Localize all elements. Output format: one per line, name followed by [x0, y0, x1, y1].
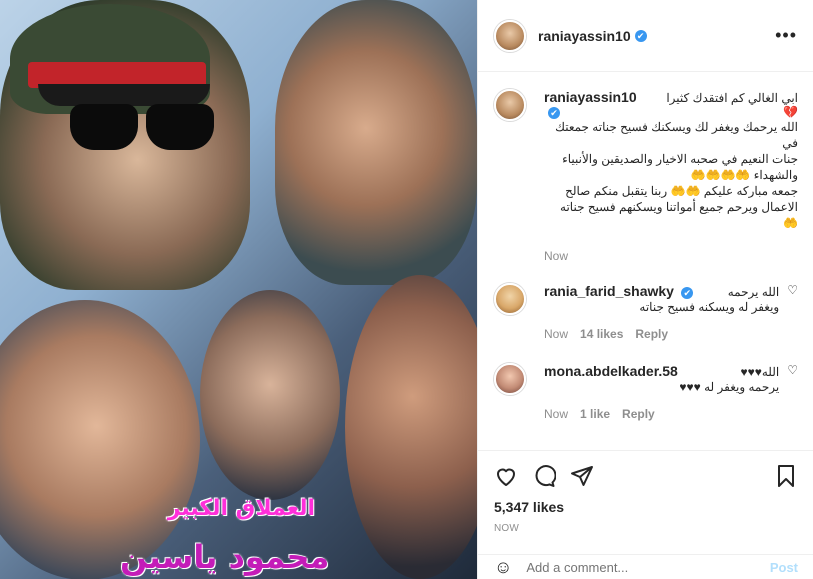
- share-icon[interactable]: [570, 464, 594, 488]
- caption-row: raniayassin10 ✔ ابي الغالي كم افتقدك كثي…: [494, 89, 798, 263]
- comment-time: Now: [544, 407, 569, 421]
- reply-button[interactable]: Reply: [622, 407, 655, 421]
- post-image[interactable]: العملاق الكبير محمود ياسين: [0, 0, 477, 579]
- heart-icon[interactable]: [494, 464, 518, 488]
- caption-username[interactable]: raniayassin10: [544, 89, 637, 105]
- caption-avatar[interactable]: [494, 89, 526, 121]
- commenter-username[interactable]: rania_farid_shawky: [544, 283, 674, 299]
- comment-text-line: يرحمه ويغفر له ♥♥♥: [679, 380, 780, 394]
- author-username[interactable]: raniayassin10: [538, 28, 631, 44]
- verified-badge-icon: ✔: [548, 106, 560, 119]
- caption-time: Now: [544, 249, 569, 263]
- bookmark-icon[interactable]: [774, 464, 798, 488]
- comment-row: mona.abdelkader.58 الله♥♥♥ يرحمه ويغفر ل…: [494, 363, 798, 421]
- caption-line: والشهداء 🤲🤲🤲🤲: [690, 168, 798, 182]
- comments-list[interactable]: raniayassin10 ✔ ابي الغالي كم افتقدك كثي…: [478, 73, 813, 450]
- cap-visor: [38, 84, 210, 106]
- portrait-bearded: [200, 290, 340, 500]
- comment-likes[interactable]: 1 like: [580, 407, 610, 421]
- verified-badge-icon: ✔: [634, 29, 647, 42]
- reply-button[interactable]: Reply: [635, 327, 668, 341]
- commenter-avatar[interactable]: [494, 363, 526, 395]
- post-date: NOW: [494, 523, 520, 534]
- caption-line: جمعه مباركه عليكم 🤲🤲 ربنا يتقبل منكم صال…: [565, 184, 798, 198]
- verified-badge-icon: ✔: [681, 286, 694, 299]
- comment-likes[interactable]: 14 likes: [580, 327, 623, 341]
- comment-time: Now: [544, 327, 569, 341]
- more-options-icon[interactable]: •••: [775, 25, 797, 46]
- caption-first-line: ابي الغالي كم افتقدك كثيرا 💔: [666, 91, 798, 119]
- commenter-avatar[interactable]: [494, 283, 526, 315]
- caption-line: الاعمال ويرحم جميع أمواتنا ويسكنهم فسيح …: [560, 200, 798, 214]
- comment-text-line: الله يرحمه: [727, 285, 780, 299]
- comment-text-line: الله♥♥♥: [740, 365, 780, 379]
- add-comment-bar: ☺ Post: [478, 554, 813, 579]
- caption-line: الله يرحمك ويغفر لك ويسكنك فسيح جناته جم…: [555, 120, 798, 150]
- comment-text-line: ويغفر له ويسكنه فسيح جناته: [639, 300, 780, 314]
- sunglasses: [70, 104, 216, 154]
- portrait-young: [345, 275, 477, 579]
- likes-count[interactable]: 5,347 likes: [494, 499, 798, 515]
- portrait-top-right: [275, 0, 477, 285]
- commenter-username[interactable]: mona.abdelkader.58: [544, 363, 678, 379]
- add-comment-input[interactable]: [526, 559, 770, 575]
- post-actions: 5,347 likes NOW: [478, 450, 813, 534]
- comment-like-heart-icon[interactable]: ♡: [787, 363, 798, 421]
- author-avatar[interactable]: [494, 19, 526, 52]
- image-title-line1: العملاق الكبير: [167, 496, 315, 521]
- comment-row: rania_farid_shawky ✔ الله يرحمه ويغفر له…: [494, 283, 798, 341]
- comment-icon[interactable]: [532, 464, 556, 488]
- post-comment-button[interactable]: Post: [770, 560, 798, 575]
- caption-line: 🤲: [783, 216, 798, 230]
- comment-like-heart-icon[interactable]: ♡: [787, 283, 798, 341]
- post-side-panel: raniayassin10 ✔ ••• raniayassin10 ✔ ابي …: [477, 0, 813, 579]
- post-header: raniayassin10 ✔ •••: [478, 0, 813, 72]
- image-title-line2: محمود ياسين: [120, 538, 330, 576]
- emoji-icon[interactable]: ☺: [494, 557, 512, 578]
- caption-line: جنات النعيم في صحبه الاخيار والصديقين وا…: [562, 152, 798, 166]
